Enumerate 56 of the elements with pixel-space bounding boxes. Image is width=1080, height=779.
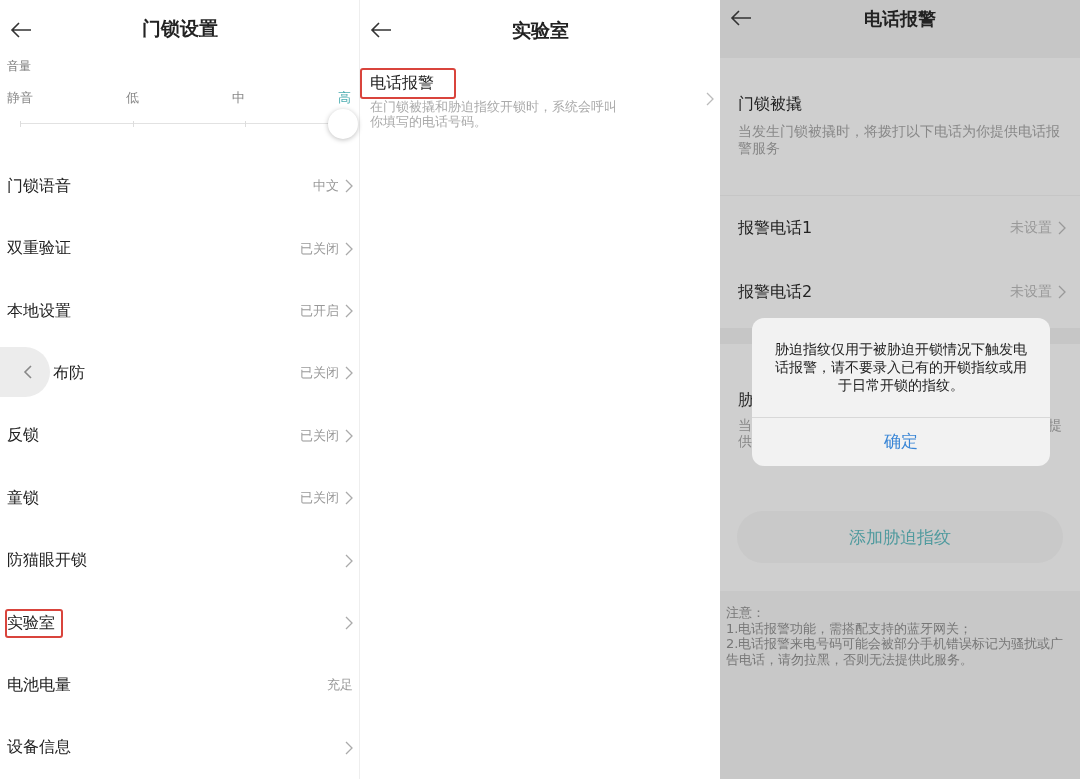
settings-row[interactable]: 电池电量 充足: [0, 654, 359, 717]
section-description-fragment: 供: [738, 433, 752, 449]
settings-row[interactable]: 设备信息: [0, 716, 359, 779]
row-label: 反锁: [6, 424, 40, 447]
settings-row[interactable]: 反锁 已关闭: [0, 404, 359, 468]
note-text: 2.电话报警来电号码可能会被部分手机错误标记为骚扰或广告电话，请勿拉黑，否则无法提供此服务。: [726, 636, 1065, 667]
row-value: 已关闭: [300, 239, 339, 258]
row-value: 已关闭: [300, 489, 339, 508]
back-arrow-icon[interactable]: [10, 22, 32, 38]
row-label: 门锁语音: [6, 174, 72, 197]
page-title: 门锁设置: [141, 16, 218, 41]
row-value: 已关闭: [300, 364, 339, 383]
volume-label: 音量: [6, 58, 32, 75]
row-value: 充足: [327, 676, 353, 695]
chevron-right-icon: [1058, 285, 1066, 299]
settings-row[interactable]: 双重验证 已关闭: [0, 217, 359, 280]
chevron-right-icon: [706, 91, 714, 106]
settings-row[interactable]: 门锁语音 中文: [0, 155, 359, 218]
row-value: 已开启: [300, 302, 339, 321]
row-label: 实验室: [5, 608, 63, 638]
row-label: 童锁: [6, 486, 40, 509]
note-text: 1.电话报警功能，需搭配支持的蓝牙网关；: [726, 620, 974, 636]
back-arrow-icon[interactable]: [730, 10, 752, 26]
settings-row[interactable]: 童锁 已关闭: [0, 467, 359, 530]
section-title: 胁: [738, 390, 755, 411]
row-label: 报警电话2: [738, 281, 813, 303]
volume-slider-thumb[interactable]: [328, 109, 358, 139]
settings-row[interactable]: 防猫眼开锁: [0, 529, 359, 592]
row-label: 防猫眼开锁: [6, 549, 88, 572]
volume-step-label[interactable]: 静音: [7, 89, 33, 107]
chevron-left-icon: [23, 365, 33, 380]
section-description: 当发生门锁被撬时，将拨打以下电话为你提供电话报警服务: [738, 123, 1061, 157]
row-label: 本地设置: [6, 299, 72, 322]
settings-row[interactable]: 实验室: [0, 591, 359, 655]
row-label: 报警电话1: [738, 217, 813, 239]
lab-row[interactable]: 电话报警 在门锁被撬和胁迫指纹开锁时，系统会呼叫你填写的电话号码。: [360, 62, 720, 129]
row-label: 电话报警: [360, 68, 456, 99]
row-label: 设备信息: [6, 736, 72, 759]
row-value: 中文: [313, 177, 339, 196]
row-value: 已关闭: [300, 426, 339, 445]
row-description: 在门锁被撬和胁迫指纹开锁时，系统会呼叫你填写的电话号码。: [369, 99, 618, 129]
volume-step-label[interactable]: 中: [232, 89, 245, 107]
page-title: 电话报警: [864, 7, 936, 31]
page-title: 实验室: [511, 18, 569, 43]
section-description-fragment: 当: [738, 417, 752, 433]
note-text: 注意：: [726, 605, 766, 621]
back-arrow-icon[interactable]: [370, 22, 392, 38]
row-label: 电池电量: [6, 673, 72, 696]
section-title: 门锁被撬: [738, 94, 803, 115]
settings-row[interactable]: 布防 已关闭: [0, 342, 359, 405]
settings-row[interactable]: 本地设置 已开启: [0, 279, 359, 343]
row-label: 布防: [52, 361, 86, 384]
dialog-message: 胁迫指纹仅用于被胁迫开锁情况下触发电话报警，请不要录入已有的开锁指纹或用于日常开锁的指纹。: [774, 340, 1028, 395]
volume-step-label[interactable]: 低: [126, 89, 139, 107]
chevron-right-icon: [1058, 221, 1066, 235]
row-label: 双重验证: [6, 237, 72, 260]
